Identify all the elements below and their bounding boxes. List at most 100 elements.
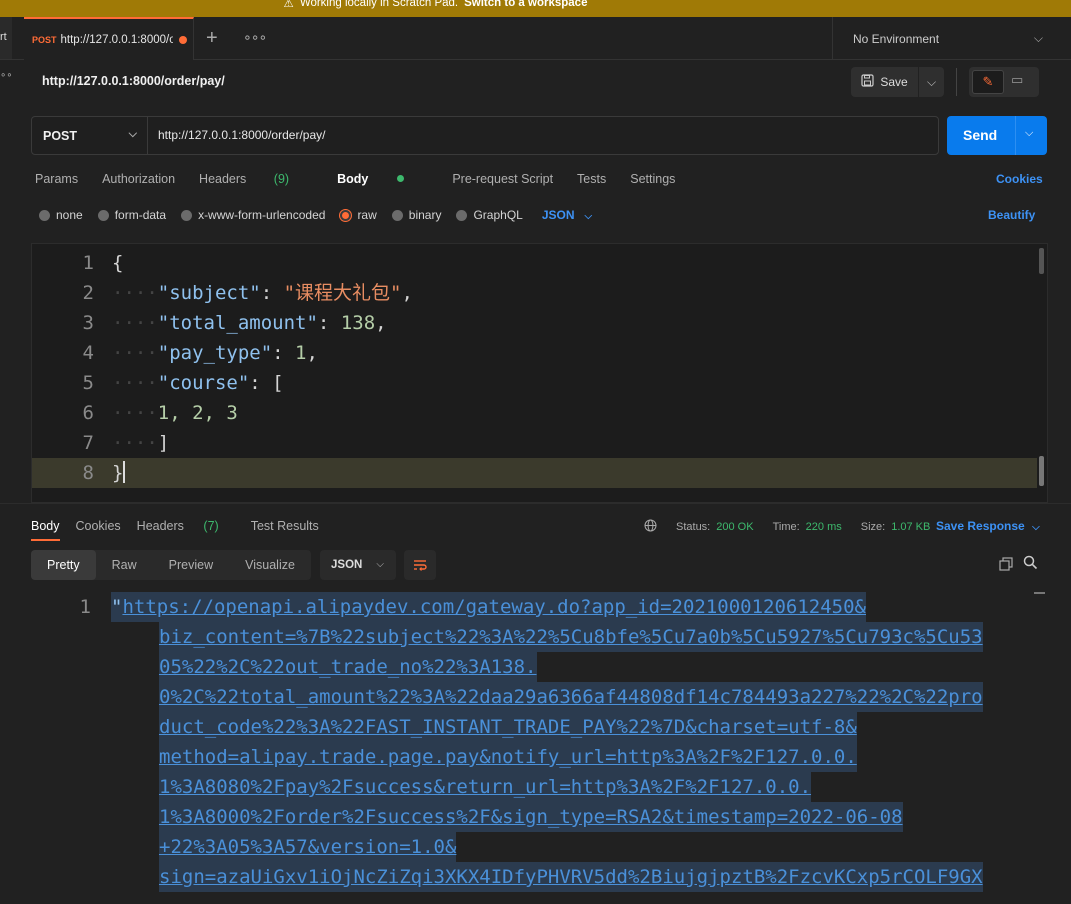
radio-form-data[interactable]: form-data (97, 208, 166, 222)
tab-settings[interactable]: Settings (630, 172, 675, 186)
sidebar-more-icon[interactable]: ∘∘ (0, 70, 13, 81)
response-url-text[interactable]: duct_code%22%3A%22FAST_INSTANT_TRADE_PAY… (159, 716, 857, 738)
response-line: 1%3A8000%2Forder%2Fsuccess%2F&sign_type=… (159, 802, 903, 832)
json-key: "total_amount" (157, 312, 318, 334)
code-line: 6 ····1, 2, 3 (32, 398, 1037, 428)
response-scrollbar[interactable] (1034, 592, 1045, 594)
whitespace-dots: ···· (112, 342, 158, 364)
tab-response-headers-label: Headers (136, 519, 184, 533)
new-tab-plus-icon[interactable]: + (206, 27, 218, 50)
response-url-text[interactable]: biz_content=%7B%22subject%22%3A%22%5Cu8b… (159, 626, 983, 648)
response-url-text[interactable]: 05%22%2C%22out_trade_no%22%3A138. (159, 656, 537, 678)
response-url-text[interactable]: +22%3A05%3A57&version=1.0& (159, 836, 456, 858)
tab-headers[interactable]: Headers (9) (199, 172, 313, 186)
response-url-text[interactable]: sign=azaUiGxv1iOjNcZiZqi3XKX4IDfyPHVRV5d… (159, 866, 983, 888)
save-label: Save (880, 75, 908, 89)
request-tab[interactable]: POST http://127.0.0.1:8000/o (24, 17, 194, 60)
tab-response-body[interactable]: Body (31, 519, 60, 541)
tab-response-headers[interactable]: Headers (7) (137, 519, 235, 541)
beautify-link[interactable]: Beautify (988, 208, 1035, 222)
view-preview[interactable]: Preview (153, 550, 229, 580)
wrap-lines-icon[interactable] (404, 550, 436, 580)
response-line: 05%22%2C%22out_trade_no%22%3A138. (159, 652, 537, 682)
response-view-tabs: Pretty Raw Preview Visualize (31, 550, 311, 580)
send-button[interactable]: Send ⌵ (947, 116, 1047, 155)
save-response-button[interactable]: Save Response ⌵ (936, 519, 1040, 533)
whitespace-dots: ···· (112, 402, 158, 424)
tab-prerequest-script[interactable]: Pre-request Script (452, 172, 553, 186)
request-tabs: Params Authorization Headers (9) Body Pr… (35, 172, 699, 186)
divider (0, 503, 1071, 504)
environment-select[interactable]: No Environment ⌵ (832, 17, 1071, 60)
code-text: } (112, 462, 124, 484)
response-format-label: JSON (331, 559, 363, 571)
radio-none[interactable]: none (39, 208, 83, 222)
radio-binary-label: binary (408, 208, 442, 222)
tab-tests[interactable]: Tests (577, 172, 606, 186)
tab-authorization[interactable]: Authorization (102, 172, 175, 186)
radio-urlencoded-label: x-www-form-urlencoded (198, 208, 326, 222)
radio-none-label: none (56, 208, 83, 222)
line-number: 5 (82, 372, 94, 394)
response-line: duct_code%22%3A%22FAST_INSTANT_TRADE_PAY… (159, 712, 857, 742)
view-pretty[interactable]: Pretty (31, 550, 96, 580)
time-value[interactable]: 220 ms (806, 521, 842, 533)
radio-urlencoded[interactable]: x-www-form-urlencoded (181, 208, 325, 222)
tab-response-cookies[interactable]: Cookies (76, 519, 121, 541)
send-dropdown-chevron-icon[interactable]: ⌵ (1025, 127, 1033, 140)
radio-graphql[interactable]: GraphQL (456, 208, 523, 222)
comment-icon[interactable]: ▭ (1011, 72, 1023, 88)
code-line: 7 ····] (32, 428, 1037, 458)
method-label: POST (43, 128, 78, 143)
tab-test-results[interactable]: Test Results (251, 519, 319, 541)
tab-body[interactable]: Body (337, 172, 428, 186)
save-button[interactable]: Save (851, 67, 918, 97)
response-url-text[interactable]: 1%3A8000%2Forder%2Fsuccess%2F&sign_type=… (159, 806, 903, 828)
left-truncated-tab[interactable]: rt (0, 17, 12, 59)
line-number: 7 (82, 432, 94, 454)
text-caret (123, 461, 126, 483)
chevron-down-icon: ⌵ (584, 211, 593, 222)
json-key: "course" (157, 372, 250, 394)
raw-format-select[interactable]: JSON ⌵ (542, 208, 592, 222)
response-status: Status: 200 OK Time: 220 ms Size: 1.07 K… (644, 519, 930, 535)
response-line: "https://openapi.alipaydev.com/gateway.d… (111, 592, 866, 622)
save-dropdown-chevron-icon[interactable]: ⌵ (919, 67, 944, 97)
url-input[interactable]: http://127.0.0.1:8000/order/pay/ (158, 128, 325, 142)
view-visualize[interactable]: Visualize (229, 550, 311, 580)
pencil-icon[interactable]: ✎ (972, 70, 1004, 94)
copy-icon[interactable] (999, 557, 1013, 574)
tab-params[interactable]: Params (35, 172, 78, 186)
cookies-link[interactable]: Cookies (996, 172, 1043, 186)
more-tabs-icon[interactable]: ∘∘∘ (243, 29, 267, 46)
radio-binary[interactable]: binary (391, 208, 442, 222)
globe-icon[interactable] (644, 519, 657, 535)
tab-bar: rt POST http://127.0.0.1:8000/o + ∘∘∘ No… (0, 17, 1071, 60)
size-value[interactable]: 1.07 KB (891, 521, 930, 533)
view-raw[interactable]: Raw (96, 550, 153, 580)
whitespace-dots: ···· (112, 372, 158, 394)
code-area[interactable]: 1{ 2 ····"subject": "课程大礼包", 3 ····"total_… (32, 248, 1037, 488)
method-select[interactable]: POST ⌵ (32, 117, 148, 154)
status-value[interactable]: 200 OK (716, 521, 753, 533)
send-label: Send (963, 127, 998, 143)
body-editor[interactable]: 1{ 2 ····"subject": "课程大礼包", 3 ····"total_… (31, 243, 1048, 503)
code-text: { (112, 252, 124, 274)
editor-scrollbar[interactable] (1039, 248, 1044, 274)
tab-body-label: Body (337, 172, 369, 186)
response-line: 1%3A8080%2Fpay%2Fsuccess&return_url=http… (159, 772, 812, 802)
line-number: 3 (82, 312, 94, 334)
switch-workspace-link[interactable]: Switch to a workspace (464, 0, 587, 9)
response-url-text[interactable]: 1%3A8080%2Fpay%2Fsuccess&return_url=http… (159, 776, 811, 798)
response-url-text[interactable]: 0%2C%22total_amount%22%3A%22daa29a6366af… (159, 686, 983, 708)
code-text: [ (272, 372, 284, 394)
chevron-down-icon: ⌵ (376, 559, 384, 570)
response-url-text[interactable]: https://openapi.alipaydev.com/gateway.do… (122, 596, 866, 618)
response-url-text[interactable]: method=alipay.trade.page.pay&notify_url=… (159, 746, 857, 768)
whitespace-dots: ···· (112, 282, 158, 304)
code-line-active: 8} (32, 458, 1037, 488)
search-icon[interactable] (1023, 555, 1038, 574)
radio-raw[interactable]: raw (340, 208, 377, 222)
response-format-select[interactable]: JSON ⌵ (320, 550, 396, 580)
bottom-fade (0, 892, 1071, 904)
